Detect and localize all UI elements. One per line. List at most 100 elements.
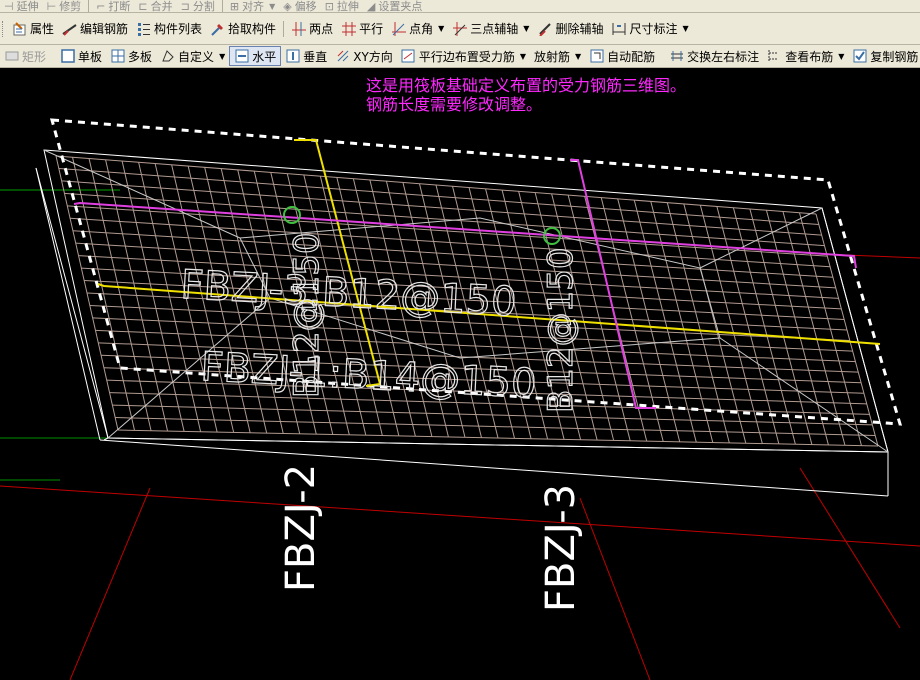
component-list-button[interactable]: 构件列表 bbox=[132, 13, 206, 44]
horizontal-label: 水平 bbox=[252, 49, 277, 64]
multi-slab-label: 多板 bbox=[128, 49, 153, 64]
two-points-aux-icon bbox=[291, 21, 306, 36]
delete-aux-label: 删除辅轴 bbox=[555, 22, 604, 36]
red-axis-line bbox=[69, 487, 151, 680]
component-toolbar: 属性 编辑钢筋 构件列表 拾取构件 两点 平行 点角 ▼ 三点辅轴 ▼ 删除辅轴 尺… bbox=[0, 13, 920, 45]
radial-rebar-label: 放射筋 bbox=[533, 49, 570, 64]
split-label: 分割 bbox=[192, 0, 215, 13]
offset-button[interactable]: ◈ 偏移 bbox=[279, 0, 320, 12]
grip-icon: ◢ bbox=[366, 0, 376, 13]
two-points-label: 两点 bbox=[309, 22, 334, 36]
break-button[interactable]: ⌐ 打断 bbox=[92, 0, 134, 12]
merge-icon: ⊏ bbox=[138, 0, 148, 13]
3d-viewport[interactable]: FBZJ-3:B12@150 FBZJ-1:B14@150 B12@150 B1… bbox=[0, 68, 920, 680]
stretch-button[interactable]: ⊡ 拉伸 bbox=[321, 0, 363, 12]
component-list-label: 构件列表 bbox=[154, 22, 203, 36]
parallel-button[interactable]: 平行 bbox=[337, 13, 387, 44]
chevron-down-icon[interactable]: ▼ bbox=[219, 52, 225, 61]
label-fbzj3-vertical: FBZJ-3 bbox=[538, 484, 584, 612]
diagonal-line bbox=[719, 337, 889, 453]
slab-bottom-edge bbox=[99, 439, 889, 497]
chevron-down-icon[interactable]: ▼ bbox=[438, 24, 444, 33]
label-fbzj2-mid: B12@150 bbox=[287, 233, 327, 398]
parallel-edge-rebar-label: 平行边布置受力筋 bbox=[418, 49, 515, 64]
extend-button[interactable]: ⊣ 延伸 bbox=[0, 0, 43, 12]
modify-toolbar: ⊣ 延伸 ⊢ 修剪 ⌐ 打断 ⊏ 合并 ⊐ 分割 ⊞ 对齐 ▼ ◈ 偏移 ⊡ 拉伸 ◢ 设置夹点 bbox=[0, 0, 920, 13]
rectangle-label: 矩形 bbox=[22, 49, 47, 64]
xy-direction-button[interactable]: XY方向 bbox=[331, 45, 397, 67]
parallel-aux-icon bbox=[341, 21, 356, 36]
align-icon: ⊞ bbox=[229, 0, 240, 13]
chevron-down-icon[interactable]: ▼ bbox=[682, 24, 688, 33]
vertical-button[interactable]: 垂直 bbox=[281, 45, 331, 67]
dimension-button[interactable]: 尺寸标注 ▼ bbox=[607, 13, 692, 44]
separator bbox=[283, 20, 285, 37]
dimension-label: 尺寸标注 bbox=[629, 22, 678, 36]
align-button[interactable]: ⊞ 对齐 ▼ bbox=[226, 0, 279, 12]
stretch-icon: ⊡ bbox=[324, 0, 334, 13]
single-slab-icon bbox=[60, 49, 75, 64]
trim-button[interactable]: ⊢ 修剪 bbox=[43, 0, 86, 12]
edit-rebar-icon bbox=[62, 21, 77, 36]
swap-labels-button[interactable]: 交换左右标注 bbox=[665, 45, 763, 67]
annotation-line-2: 钢筋长度需要修改调整。 bbox=[366, 95, 543, 114]
rectangle-button[interactable]: 矩形 bbox=[0, 45, 50, 67]
edit-rebar-button[interactable]: 编辑钢筋 bbox=[58, 13, 132, 44]
chevron-down-icon[interactable]: ▼ bbox=[575, 52, 581, 61]
set-grip-button[interactable]: ◢ 设置夹点 bbox=[363, 0, 426, 12]
mesh-line bbox=[70, 217, 831, 268]
vertical-rebar-icon bbox=[285, 49, 300, 64]
single-slab-button[interactable]: 单板 bbox=[56, 45, 106, 67]
list-icon bbox=[136, 21, 151, 36]
stretch-label: 拉伸 bbox=[336, 0, 359, 13]
xy-direction-icon bbox=[335, 49, 350, 64]
two-points-button[interactable]: 两点 bbox=[287, 13, 337, 44]
chevron-down-icon[interactable]: ▼ bbox=[520, 52, 526, 61]
trim-icon: ⊢ bbox=[46, 0, 57, 13]
parallel-edge-icon bbox=[401, 49, 416, 64]
slab-vertical-edge bbox=[821, 207, 889, 453]
trim-label: 修剪 bbox=[59, 0, 82, 13]
delete-aux-button[interactable]: 删除辅轴 bbox=[533, 13, 607, 44]
auto-rebar-button[interactable]: 自动配筋 bbox=[585, 45, 659, 67]
vertical-labels: FBZJ-2 FBZJ-3 bbox=[278, 464, 584, 612]
view-rebar-icon bbox=[767, 49, 782, 64]
break-label: 打断 bbox=[108, 0, 131, 13]
extend-icon: ⊣ bbox=[4, 0, 14, 13]
annotation-line-1: 这是用筏板基础定义布置的受力钢筋三维图。 bbox=[366, 76, 687, 95]
chevron-down-icon: ▼ bbox=[269, 1, 276, 11]
copy-rebar-button[interactable]: 复制钢筋 bbox=[848, 45, 920, 67]
merge-label: 合并 bbox=[150, 0, 173, 13]
pick-component-label: 拾取构件 bbox=[228, 22, 277, 36]
three-point-aux-button[interactable]: 三点辅轴 ▼ bbox=[448, 13, 533, 44]
multi-slab-button[interactable]: 多板 bbox=[106, 45, 156, 67]
view-rebar-button[interactable]: 查看布筋 ▼ bbox=[763, 45, 848, 67]
set-grip-label: 设置夹点 bbox=[378, 0, 423, 13]
multi-slab-icon bbox=[110, 49, 125, 64]
dimension-icon bbox=[611, 21, 626, 36]
extend-label: 延伸 bbox=[16, 0, 39, 13]
toolbar-grip[interactable] bbox=[2, 20, 6, 37]
chevron-down-icon[interactable]: ▼ bbox=[838, 52, 844, 61]
delete-aux-icon bbox=[537, 21, 552, 36]
custom-label: 自定义 bbox=[178, 49, 215, 64]
properties-label: 属性 bbox=[30, 22, 55, 36]
pick-component-button[interactable]: 拾取构件 bbox=[206, 13, 280, 44]
properties-button[interactable]: 属性 bbox=[8, 13, 58, 44]
horizontal-button[interactable]: 水平 bbox=[229, 46, 282, 66]
split-button[interactable]: ⊐ 分割 bbox=[177, 0, 219, 12]
radial-rebar-button[interactable]: 放射筋 ▼ bbox=[530, 45, 585, 67]
parallel-edge-rebar-button[interactable]: 平行边布置受力筋 ▼ bbox=[397, 45, 530, 67]
chevron-down-icon[interactable]: ▼ bbox=[523, 24, 529, 33]
copy-rebar-label: 复制钢筋 bbox=[870, 49, 919, 64]
mesh-line bbox=[64, 192, 825, 247]
merge-button[interactable]: ⊏ 合并 bbox=[134, 0, 176, 12]
horizontal-rebar-icon bbox=[234, 49, 249, 64]
custom-button[interactable]: 自定义 ▼ bbox=[156, 45, 229, 67]
rectangle-icon bbox=[4, 49, 19, 64]
label-fbzj3-top: FBZJ-3:B12@150 bbox=[179, 262, 517, 326]
point-angle-button[interactable]: 点角 ▼ bbox=[387, 13, 448, 44]
separator bbox=[221, 0, 223, 12]
single-slab-label: 单板 bbox=[78, 49, 103, 64]
edit-rebar-label: 编辑钢筋 bbox=[80, 22, 129, 36]
